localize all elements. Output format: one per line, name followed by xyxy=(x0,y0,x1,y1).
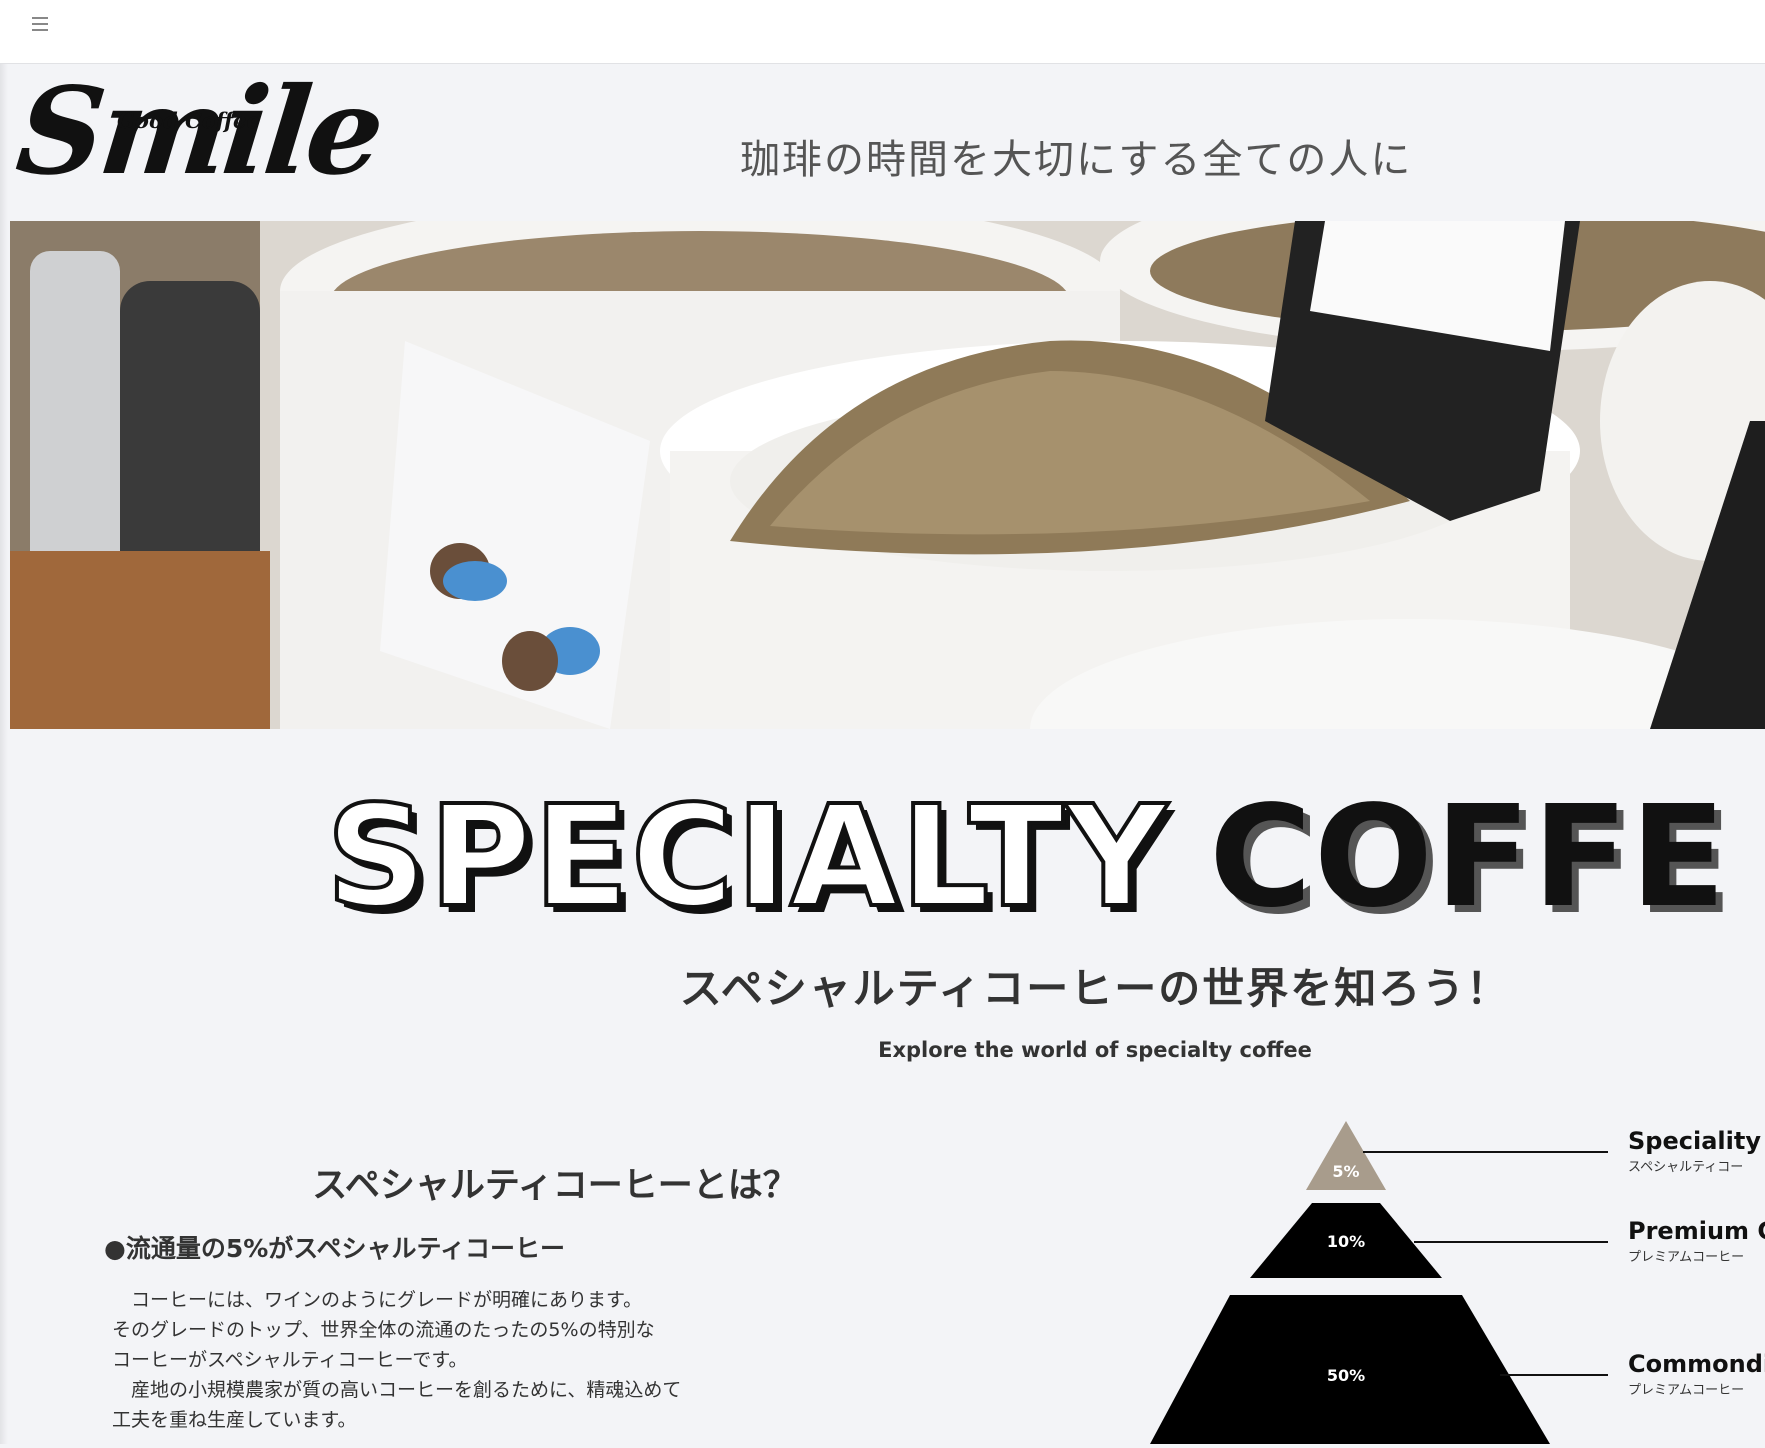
pyramid-label-jp: プレミアムコーヒー xyxy=(1628,1383,1744,1398)
hamburger-menu-icon[interactable] xyxy=(28,12,52,36)
about-point-heading: ●流通量の5%がスペシャルティコーヒー xyxy=(104,1234,566,1263)
pyramid-percent: 50% xyxy=(1327,1366,1365,1385)
about-body-text: コーヒーには、ワインのようにグレードが明確にあります。 そのグレードのトップ、世… xyxy=(112,1289,682,1431)
top-bar xyxy=(0,0,1765,64)
specialty-coffee-title: SPECIALTY COFFE xyxy=(324,786,1728,930)
pyramid-label-en: Premium C xyxy=(1628,1217,1765,1245)
site-logo[interactable]: Smile Good Coffee xyxy=(11,61,387,220)
pyramid-label-jp: スペシャルティコー xyxy=(1628,1160,1743,1175)
logo-tagline: Good Coffee xyxy=(117,108,260,133)
title-solid-word: COFFE xyxy=(1209,776,1728,939)
about-heading: スペシャルティコーヒーとは？ xyxy=(312,1166,798,1206)
pyramid-label-en: Speciality xyxy=(1628,1127,1761,1155)
section-subtitle-jp: スペシャルティコーヒーの世界を知ろう！ xyxy=(679,964,1511,1013)
hero-photo xyxy=(10,221,1765,729)
pyramid-label-en: Commondi xyxy=(1628,1350,1765,1378)
menu-line xyxy=(32,23,48,25)
hero-image xyxy=(10,221,1765,729)
pyramid-diagram: 5% Speciality スペシャルティコー 10% Premium C プレ… xyxy=(1150,1121,1765,1444)
menu-line xyxy=(32,17,48,19)
grade-pyramid: 5% Speciality スペシャルティコー 10% Premium C プレ… xyxy=(1130,1115,1765,1444)
card-photo xyxy=(502,631,558,691)
pyramid-label-jp: プレミアムコーヒー xyxy=(1628,1250,1744,1265)
section-subtitle-en: Explore the world of specialty coffee xyxy=(878,1038,1312,1062)
site-tagline: 珈琲の時間を大切にする全ての人に xyxy=(740,137,1413,183)
card-badge xyxy=(443,561,507,601)
left-scroll-rail xyxy=(0,0,8,1444)
pyramid-percent: 10% xyxy=(1327,1232,1365,1251)
pyramid-percent: 5% xyxy=(1332,1162,1359,1181)
title-outline-word: SPECIALTY xyxy=(324,776,1170,939)
menu-line xyxy=(32,29,48,31)
hero-wood-counter xyxy=(10,551,270,729)
